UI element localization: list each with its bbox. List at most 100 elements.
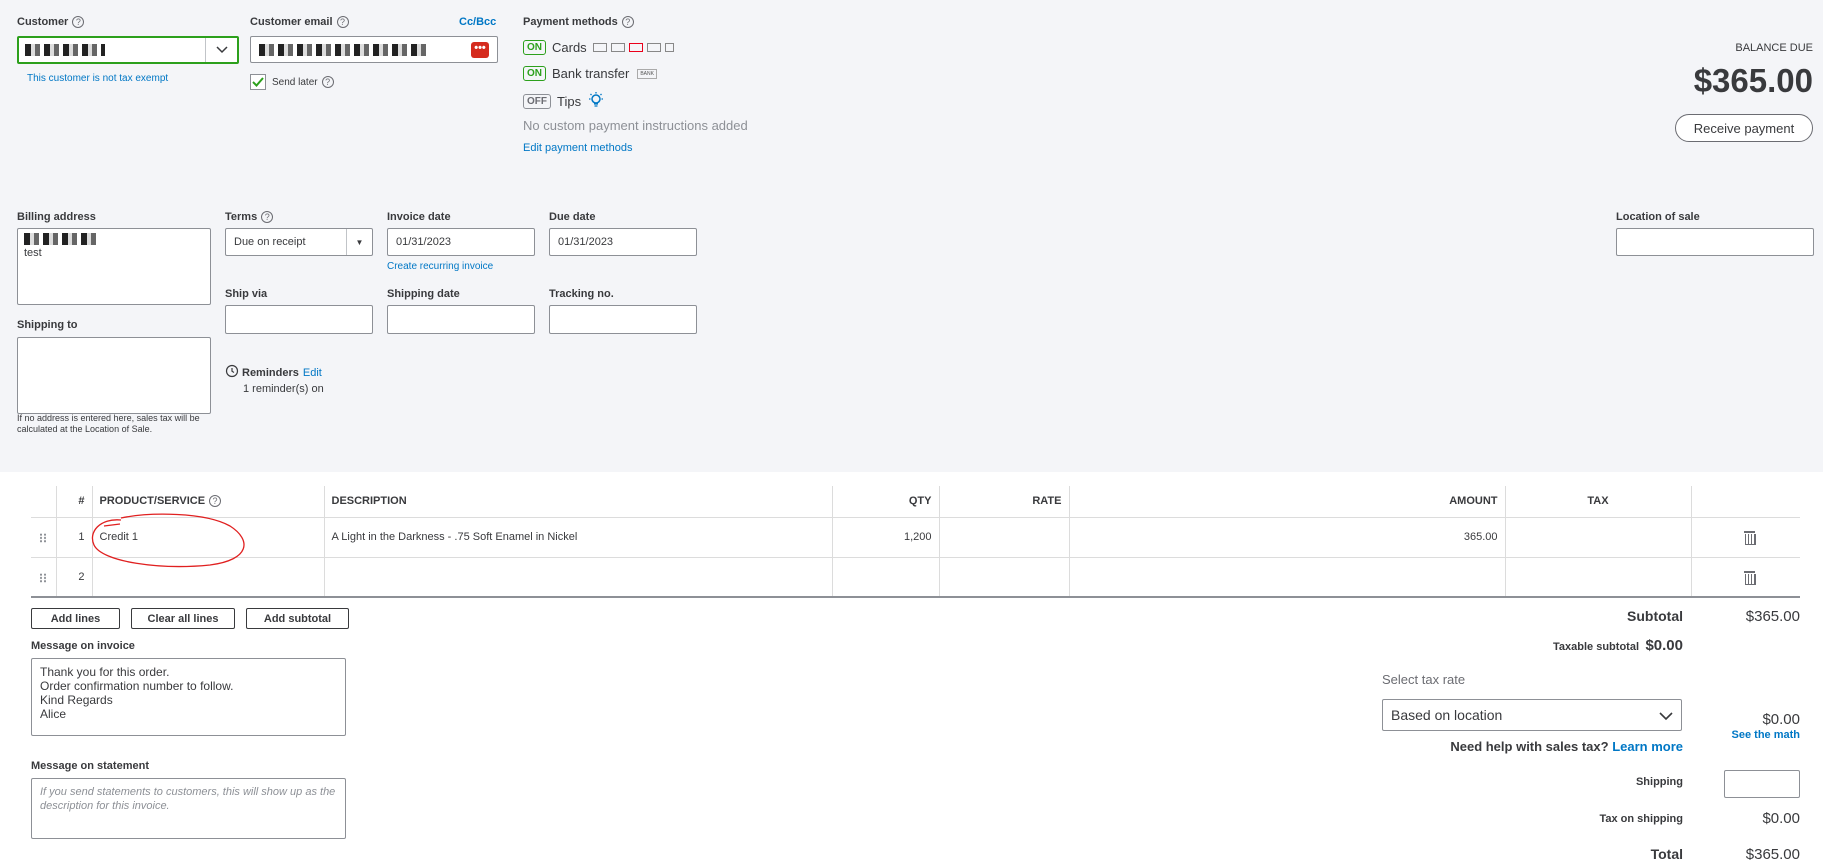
chevron-down-icon[interactable] [205, 38, 237, 62]
row-description[interactable] [323, 557, 832, 598]
add-lines-button[interactable]: Add lines [31, 608, 120, 629]
trash-icon[interactable] [1743, 570, 1756, 585]
cc-bcc-link[interactable]: Cc/Bcc [459, 16, 496, 28]
payment-row-tips: OFF Tips [523, 91, 605, 112]
table-row[interactable]: 1 Credit 1 A Light in the Darkness - .75… [31, 517, 1800, 558]
receive-payment-button[interactable]: Receive payment [1675, 114, 1813, 142]
shipping-to-label: Shipping to [17, 319, 78, 331]
tax-rate-select[interactable]: Based on location [1382, 699, 1682, 731]
add-subtotal-button[interactable]: Add subtotal [246, 608, 349, 629]
shipping-date-field[interactable] [387, 305, 535, 334]
row-description[interactable]: A Light in the Darkness - .75 Soft Ename… [323, 517, 832, 558]
billing-address-line: test [24, 247, 42, 259]
customer-name-redacted [25, 44, 105, 56]
terms-dropdown-icon[interactable]: ▼ [346, 229, 372, 255]
customer-email-field[interactable]: ••• [250, 36, 498, 63]
ach-card-icon [592, 43, 607, 52]
drag-handle-icon[interactable] [39, 572, 47, 583]
ship-via-field[interactable] [225, 305, 373, 334]
payment-methods-label: Payment methods? [523, 16, 634, 29]
lightbulb-icon[interactable] [587, 91, 605, 112]
message-on-invoice-field[interactable]: Thank you for this order. Order confirma… [31, 658, 346, 736]
terms-select[interactable]: Due on receipt ▼ [225, 228, 373, 256]
tips-label: Tips [557, 94, 582, 109]
more-options-icon[interactable]: ••• [471, 42, 489, 58]
invoice-date-field[interactable]: 01/31/2023 [387, 228, 535, 256]
row-amount[interactable] [1068, 557, 1505, 598]
edit-payment-methods-link[interactable]: Edit payment methods [523, 142, 632, 154]
billing-address-field[interactable]: test [17, 228, 211, 305]
drag-handle-cell[interactable] [31, 557, 56, 598]
bank-icon: BANK [637, 68, 657, 79]
tracking-no-field[interactable] [549, 305, 697, 334]
shipping-amount-field[interactable] [1724, 770, 1800, 798]
balance-due-label: BALANCE DUE [1735, 42, 1813, 54]
due-date-label: Due date [549, 211, 596, 223]
col-description-header: DESCRIPTION [323, 486, 832, 518]
payment-row-cards: ON Cards [523, 40, 674, 55]
tracking-no-label: Tracking no. [549, 288, 614, 300]
trash-icon[interactable] [1743, 530, 1756, 545]
shipping-date-label: Shipping date [387, 288, 460, 300]
amex-card-icon [664, 43, 674, 52]
row-actions [1690, 517, 1800, 558]
shipping-address-field[interactable] [17, 337, 211, 414]
customer-select[interactable] [17, 36, 239, 64]
row-rate[interactable] [938, 517, 1069, 558]
taxable-subtotal-value: $0.00 [1645, 637, 1683, 654]
tax-value: $0.00 [1762, 711, 1800, 728]
row-qty[interactable] [831, 557, 939, 598]
col-qty-header: QTY [831, 486, 939, 518]
no-payment-instructions: No custom payment instructions added [523, 118, 748, 133]
row-tax[interactable] [1504, 517, 1691, 558]
clear-all-lines-button[interactable]: Clear all lines [131, 608, 235, 629]
send-later-help-icon[interactable]: ? [321, 76, 334, 88]
message-on-statement-label: Message on statement [31, 760, 149, 772]
table-header-row: # PRODUCT/SERVICE? DESCRIPTION QTY RATE … [31, 486, 1800, 518]
create-recurring-invoice-link[interactable]: Create recurring invoice [387, 261, 493, 272]
row-actions [1690, 557, 1800, 598]
product-help-icon[interactable]: ? [209, 495, 222, 508]
customer-help-icon[interactable]: ? [72, 16, 85, 29]
drag-handle-cell[interactable] [31, 517, 56, 558]
row-qty[interactable]: 1,200 [831, 517, 939, 558]
mastercard-icon [628, 43, 643, 52]
message-on-statement-field[interactable]: If you send statements to customers, thi… [31, 778, 346, 839]
total-value: $365.00 [1745, 846, 1800, 860]
learn-more-link[interactable]: Learn more [1612, 739, 1683, 754]
line-items-table: # PRODUCT/SERVICE? DESCRIPTION QTY RATE … [31, 486, 1800, 598]
red-annotation-circle [91, 513, 245, 568]
terms-help-icon[interactable]: ? [261, 211, 274, 224]
ship-via-label: Ship via [225, 288, 268, 300]
email-redacted [259, 43, 429, 56]
row-rate[interactable] [938, 557, 1069, 598]
col-rate-header: RATE [938, 486, 1069, 518]
terms-label: Terms? [225, 211, 274, 224]
location-of-sale-field[interactable] [1616, 228, 1814, 256]
tax-exempt-note: This customer is not tax exempt [27, 73, 169, 84]
row-amount[interactable]: 365.00 [1068, 517, 1505, 558]
col-amount-header: AMOUNT [1068, 486, 1505, 518]
row-tax[interactable] [1504, 557, 1691, 598]
reminders-status: 1 reminder(s) on [243, 383, 324, 395]
payment-help-icon[interactable]: ? [621, 16, 634, 29]
reminders-row: Reminders Edit [225, 364, 322, 381]
visa-card-icon [610, 43, 625, 52]
table-row[interactable]: 2 [31, 557, 1800, 598]
subtotal-value: $365.00 [1745, 608, 1800, 625]
drag-handle-icon[interactable] [39, 532, 47, 543]
col-actions-header [1690, 486, 1800, 518]
send-later-checkbox[interactable] [250, 74, 266, 90]
bank-toggle[interactable]: ON [523, 66, 546, 81]
reminders-edit-link[interactable]: Edit [303, 367, 322, 379]
col-tax-header: TAX [1504, 486, 1691, 518]
select-tax-rate-label: Select tax rate [1382, 672, 1466, 687]
chevron-down-icon[interactable] [1659, 708, 1673, 724]
clock-icon [225, 364, 239, 381]
see-the-math-link[interactable]: See the math [1732, 729, 1800, 741]
email-help-icon[interactable]: ? [336, 16, 349, 29]
due-date-field[interactable]: 01/31/2023 [549, 228, 697, 256]
tips-toggle[interactable]: OFF [523, 94, 551, 109]
send-later-row: Send later ? [250, 74, 334, 90]
cards-toggle[interactable]: ON [523, 40, 546, 55]
